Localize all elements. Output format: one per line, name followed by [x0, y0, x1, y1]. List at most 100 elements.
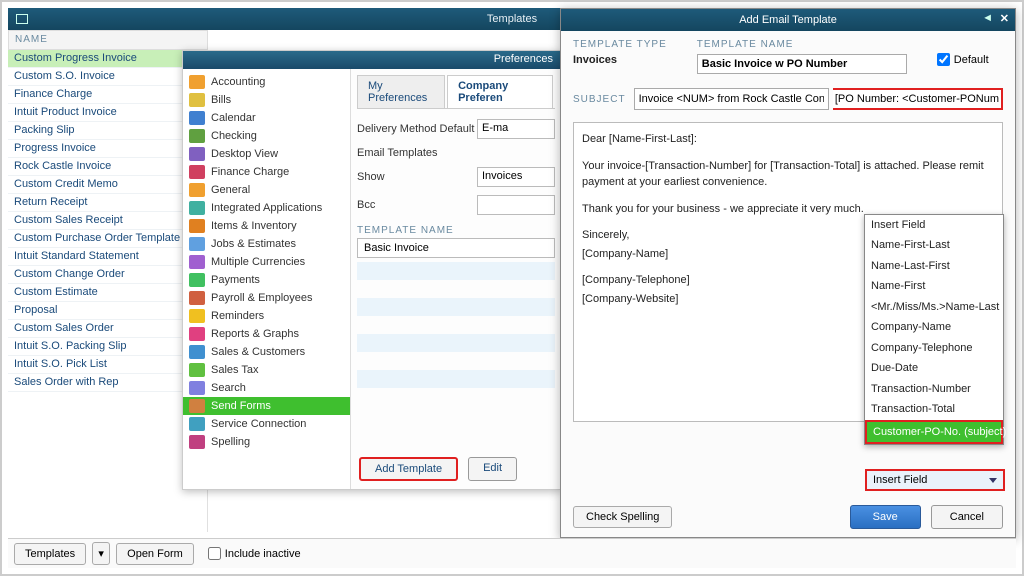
template-list-item[interactable]: Custom Change Order: [8, 266, 207, 284]
close-icon[interactable]: ✕: [1000, 12, 1009, 25]
insert-field-menu-item[interactable]: Insert Field: [865, 215, 1003, 236]
template-list-item[interactable]: Custom Progress Invoice: [8, 50, 207, 68]
pref-item-label: Sales & Customers: [211, 346, 305, 358]
template-list-item[interactable]: Custom S.O. Invoice: [8, 68, 207, 86]
template-list-item[interactable]: Return Receipt: [8, 194, 207, 212]
templates-title: Templates: [487, 13, 537, 25]
save-button[interactable]: Save: [850, 505, 921, 529]
pref-item-label: Search: [211, 382, 246, 394]
pref-item-icon: [189, 363, 205, 377]
template-list-item[interactable]: Intuit Product Invoice: [8, 104, 207, 122]
pref-item-icon: [189, 75, 205, 89]
templates-dropdown-icon[interactable]: ▾: [92, 542, 110, 565]
pref-sidebar-item[interactable]: Items & Inventory: [183, 217, 350, 235]
template-list-item[interactable]: Custom Estimate: [8, 284, 207, 302]
include-inactive-checkbox[interactable]: [208, 547, 221, 560]
pref-sidebar-item[interactable]: Payments: [183, 271, 350, 289]
template-list-item[interactable]: Custom Sales Receipt: [8, 212, 207, 230]
template-list-item[interactable]: Rock Castle Invoice: [8, 158, 207, 176]
insert-field-menu-item[interactable]: Name-Last-First: [865, 256, 1003, 277]
add-template-button[interactable]: Add Template: [359, 457, 458, 481]
check-spelling-button[interactable]: Check Spelling: [573, 506, 672, 528]
chevron-down-icon: [989, 478, 997, 483]
bcc-input[interactable]: [477, 195, 555, 215]
insert-field-menu-item[interactable]: Due-Date: [865, 358, 1003, 379]
insert-field-menu-item[interactable]: Company-Telephone: [865, 338, 1003, 359]
pref-sidebar-item[interactable]: Finance Charge: [183, 163, 350, 181]
pref-item-icon: [189, 435, 205, 449]
pref-item-label: Service Connection: [211, 418, 306, 430]
subject-input[interactable]: [634, 88, 829, 110]
default-checkbox[interactable]: [937, 53, 950, 66]
open-form-button[interactable]: Open Form: [116, 543, 194, 565]
cancel-button[interactable]: Cancel: [931, 505, 1003, 529]
template-list-item[interactable]: Custom Credit Memo: [8, 176, 207, 194]
pref-sidebar-item[interactable]: Reminders: [183, 307, 350, 325]
edit-button[interactable]: Edit: [468, 457, 517, 481]
name-column-header: NAME: [8, 30, 208, 50]
insert-field-menu-item[interactable]: Name-First: [865, 276, 1003, 297]
templates-button[interactable]: Templates: [14, 543, 86, 565]
pref-sidebar-item[interactable]: Payroll & Employees: [183, 289, 350, 307]
template-type-value: Invoices: [573, 54, 667, 66]
delivery-method-label: Delivery Method Default: [357, 123, 477, 135]
insert-field-menu-item[interactable]: Company-Name: [865, 317, 1003, 338]
template-list-item[interactable]: Custom Sales Order: [8, 320, 207, 338]
insert-field-dropdown[interactable]: Insert Field: [865, 469, 1005, 491]
nav-arrow-icon[interactable]: ◄: [982, 12, 993, 24]
pref-sidebar-item[interactable]: Jobs & Estimates: [183, 235, 350, 253]
pref-sidebar-item[interactable]: Sales & Customers: [183, 343, 350, 361]
pref-item-icon: [189, 219, 205, 233]
pref-sidebar-item[interactable]: Integrated Applications: [183, 199, 350, 217]
template-list-item[interactable]: Proposal: [8, 302, 207, 320]
email-template-titlebar: Add Email Template ◄ ✕: [561, 9, 1015, 31]
tab-company-preferences[interactable]: Company Preferen: [447, 75, 553, 108]
pref-item-label: Reports & Graphs: [211, 328, 299, 340]
add-email-template-window: Add Email Template ◄ ✕ TEMPLATE TYPE Inv…: [560, 8, 1016, 538]
insert-field-menu-item[interactable]: Customer-PO-No. (subject): [865, 420, 1003, 445]
template-list-item[interactable]: Packing Slip: [8, 122, 207, 140]
delivery-method-select[interactable]: E-ma: [477, 119, 555, 139]
pref-sidebar-item[interactable]: Spelling: [183, 433, 350, 451]
pref-item-label: Multiple Currencies: [211, 256, 305, 268]
pref-item-label: Calendar: [211, 112, 256, 124]
show-select[interactable]: Invoices: [477, 167, 555, 187]
template-list-item[interactable]: Finance Charge: [8, 86, 207, 104]
subject-label: SUBJECT: [573, 94, 626, 105]
pref-item-label: Checking: [211, 130, 257, 142]
pref-sidebar-item[interactable]: Send Forms: [183, 397, 350, 415]
pref-sidebar-item[interactable]: Service Connection: [183, 415, 350, 433]
pref-sidebar-item[interactable]: Desktop View: [183, 145, 350, 163]
template-list-item[interactable]: Sales Order with Rep: [8, 374, 207, 392]
email-body-editor[interactable]: Dear [Name-First-Last]: Your invoice-[Tr…: [573, 122, 1003, 422]
template-name-input[interactable]: [697, 54, 907, 74]
window-menu-icon[interactable]: [16, 14, 28, 24]
pref-sidebar-item[interactable]: Multiple Currencies: [183, 253, 350, 271]
insert-field-menu-item[interactable]: Transaction-Number: [865, 379, 1003, 400]
pref-sidebar-item[interactable]: General: [183, 181, 350, 199]
insert-field-menu-item[interactable]: Transaction-Total: [865, 399, 1003, 420]
insert-field-menu-item[interactable]: <Mr./Miss/Ms.>Name-Last: [865, 297, 1003, 318]
pref-item-icon: [189, 291, 205, 305]
template-list-item[interactable]: Intuit S.O. Packing Slip: [8, 338, 207, 356]
pref-sidebar-item[interactable]: Reports & Graphs: [183, 325, 350, 343]
pref-item-icon: [189, 273, 205, 287]
preferences-sidebar: AccountingBills Calendar Checking Desktop V…: [183, 69, 351, 489]
pref-sidebar-item[interactable]: Accounting: [183, 73, 350, 91]
pref-sidebar-item[interactable]: Search: [183, 379, 350, 397]
pref-item-icon: [189, 201, 205, 215]
template-list-item[interactable]: Custom Purchase Order Template: [8, 230, 207, 248]
pref-sidebar-item[interactable]: Checking: [183, 127, 350, 145]
pref-sidebar-item[interactable]: Calendar: [183, 109, 350, 127]
pref-sidebar-item[interactable]: Bills: [183, 91, 350, 109]
template-type-label: TEMPLATE TYPE: [573, 39, 667, 50]
insert-field-menu-item[interactable]: Name-First-Last: [865, 235, 1003, 256]
template-name-row[interactable]: Basic Invoice: [357, 238, 555, 258]
template-name-list: [357, 262, 555, 406]
pref-sidebar-item[interactable]: Sales Tax: [183, 361, 350, 379]
tab-my-preferences[interactable]: My Preferences: [357, 75, 445, 108]
template-list-item[interactable]: Progress Invoice: [8, 140, 207, 158]
template-list-item[interactable]: Intuit Standard Statement: [8, 248, 207, 266]
template-list-item[interactable]: Intuit S.O. Pick List: [8, 356, 207, 374]
preferences-window: Preferences AccountingBillsCalendarCheck…: [182, 50, 562, 490]
